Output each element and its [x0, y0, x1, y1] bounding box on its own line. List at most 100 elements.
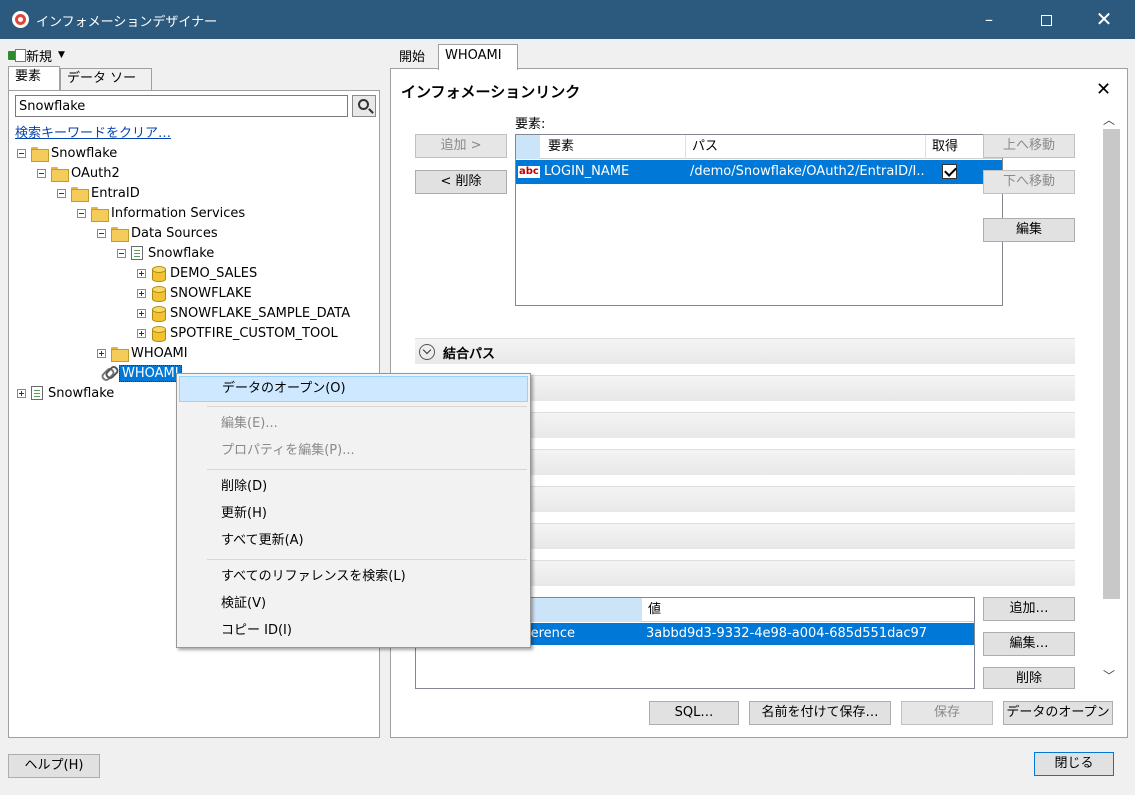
tree-node-entraid[interactable]: EntraID — [57, 183, 140, 203]
save-button[interactable]: 保存 — [901, 701, 993, 725]
database-icon — [151, 285, 166, 302]
tree-node-snowflake-root[interactable]: Snowflake — [17, 143, 117, 163]
expand-icon[interactable] — [137, 328, 146, 338]
close-panel-icon[interactable]: ✕ — [1096, 79, 1111, 100]
menu-item-edit[interactable]: 編集(E)... — [179, 411, 528, 437]
menu-item-find-references[interactable]: すべてのリファレンスを検索(L) — [179, 564, 528, 590]
tree-node-oauth2[interactable]: OAuth2 — [37, 163, 120, 183]
collapse-icon[interactable] — [77, 208, 86, 218]
folder-icon — [111, 226, 129, 242]
tab-data-sources[interactable]: データ ソース — [60, 68, 152, 106]
collapse-icon[interactable] — [17, 148, 26, 158]
header-element[interactable]: 要素 — [542, 135, 686, 159]
search-input[interactable] — [15, 95, 348, 117]
expand-icon[interactable] — [137, 308, 146, 318]
chevron-down-icon: ▼ — [58, 50, 65, 60]
menu-item-copy-id[interactable]: コピー ID(I) — [179, 618, 528, 644]
expand-icon[interactable] — [137, 268, 146, 278]
tree-node-label: SNOWFLAKE — [170, 285, 252, 301]
save-as-button[interactable]: 名前を付けて保存… — [749, 701, 891, 725]
tree-node-demo-sales[interactable]: DEMO_SALES — [137, 263, 257, 283]
title-bar: インフォメーションデザイナー – ✕ — [0, 0, 1135, 39]
remove-element-button[interactable]: < 削除 — [415, 170, 507, 194]
tree-node-information-services[interactable]: Information Services — [77, 203, 245, 223]
row-header-cell — [516, 135, 540, 159]
folder-icon — [51, 166, 69, 182]
maximize-button[interactable] — [1023, 0, 1069, 39]
tree-node-label: OAuth2 — [71, 165, 120, 181]
tree-node-custom-tool[interactable]: SPOTFIRE_CUSTOM_TOOL — [137, 323, 338, 343]
tree-node-whoami-folder[interactable]: WHOAMI — [97, 343, 188, 363]
tab-elements[interactable]: 要素 — [8, 66, 60, 90]
string-type-icon: abc — [518, 166, 540, 178]
collapse-icon[interactable] — [117, 248, 126, 258]
elements-grid-header: 要素 パス 取得 — [516, 135, 1002, 159]
retrieve-checkbox[interactable] — [942, 164, 957, 179]
close-button[interactable]: 閉じる — [1034, 752, 1114, 776]
menu-item-validate[interactable]: 検証(V) — [179, 591, 528, 617]
menu-item-open-data[interactable]: データのオープン(O) — [179, 376, 528, 402]
tree-node-ds-snowflake[interactable]: Snowflake — [117, 243, 214, 263]
join-path-section[interactable]: 結合パス — [415, 338, 1075, 364]
tree-node-label: Snowflake — [148, 245, 215, 261]
expand-section-icon[interactable] — [419, 344, 435, 360]
menu-item-delete[interactable]: 削除(D) — [179, 474, 528, 500]
information-link-icon — [99, 365, 117, 381]
menu-item-edit-properties[interactable]: プロパティを編集(P)... — [179, 438, 528, 464]
tree-node-label: Snowflake — [48, 385, 115, 401]
edit-property-button[interactable]: 編集… — [983, 632, 1075, 656]
elements-label: 要素: — [515, 117, 546, 132]
search-icon — [358, 99, 369, 110]
delete-property-button[interactable]: 削除 — [983, 667, 1075, 689]
tree-node-label: WHOAMI — [119, 364, 182, 382]
join-path-label: 結合パス — [443, 347, 496, 362]
header-value[interactable]: 値 — [644, 598, 661, 622]
add-element-button[interactable]: 追加 > — [415, 134, 507, 158]
table-row[interactable]: abc LOGIN_NAME /demo/Snowflake/OAuth2/En… — [516, 160, 1002, 184]
close-window-button[interactable]: ✕ — [1081, 0, 1127, 39]
tree-node-snowflake-db[interactable]: SNOWFLAKE — [137, 283, 252, 303]
database-icon — [151, 325, 166, 342]
move-up-button[interactable]: 上へ移動 — [983, 134, 1075, 158]
element-name-cell: LOGIN_NAME — [544, 164, 630, 179]
tree-node-whoami-link[interactable]: WHOAMI — [99, 363, 182, 383]
tree-node-label: Snowflake — [51, 145, 118, 161]
new-label: 新規 — [26, 49, 53, 65]
minimize-button[interactable]: – — [966, 0, 1012, 39]
move-down-button[interactable]: 下へ移動 — [983, 170, 1075, 194]
help-button[interactable]: ヘルプ(H) — [8, 754, 100, 778]
open-data-button[interactable]: データのオープン — [1003, 701, 1113, 725]
folder-icon — [91, 206, 109, 222]
element-path-cell: /demo/Snowflake/OAuth2/EntraID/I... — [690, 164, 924, 179]
scroll-down-icon[interactable]: ﹀ — [1103, 667, 1115, 684]
folder-icon — [71, 186, 89, 202]
menu-item-refresh-all[interactable]: すべて更新(A) — [179, 528, 528, 554]
tree-node-data-sources[interactable]: Data Sources — [97, 223, 218, 243]
clear-search-link[interactable]: 検索キーワードをクリア… — [15, 122, 171, 141]
collapse-icon[interactable] — [97, 228, 106, 238]
add-property-button[interactable]: 追加… — [983, 597, 1075, 621]
tree-node-snowflake-bottom[interactable]: Snowflake — [17, 383, 114, 403]
expand-icon[interactable] — [97, 348, 106, 358]
new-button[interactable]: 新規 ▼ — [8, 46, 65, 65]
expand-icon[interactable] — [137, 288, 146, 298]
data-source-icon — [131, 246, 143, 260]
app-icon — [12, 11, 29, 28]
edit-element-button[interactable]: 編集 — [983, 218, 1075, 242]
collapse-icon[interactable] — [37, 168, 46, 178]
folder-icon — [31, 146, 49, 162]
vertical-scrollbar[interactable] — [1103, 129, 1120, 599]
tab-whoami[interactable]: WHOAMI — [438, 44, 518, 70]
scroll-up-icon[interactable]: ︿ — [1103, 111, 1115, 128]
tree-node-sample-data[interactable]: SNOWFLAKE_SAMPLE_DATA — [137, 303, 350, 323]
sql-button[interactable]: SQL… — [649, 701, 739, 725]
menu-separator — [207, 559, 527, 560]
menu-item-refresh[interactable]: 更新(H) — [179, 501, 528, 527]
header-path[interactable]: パス — [686, 135, 926, 159]
collapse-icon[interactable] — [57, 188, 66, 198]
tree-node-label: Information Services — [111, 205, 246, 221]
search-button[interactable] — [352, 95, 376, 117]
property-name-cell: ference — [526, 626, 576, 641]
tab-start[interactable]: 開始 — [392, 46, 436, 68]
expand-icon[interactable] — [17, 388, 26, 398]
